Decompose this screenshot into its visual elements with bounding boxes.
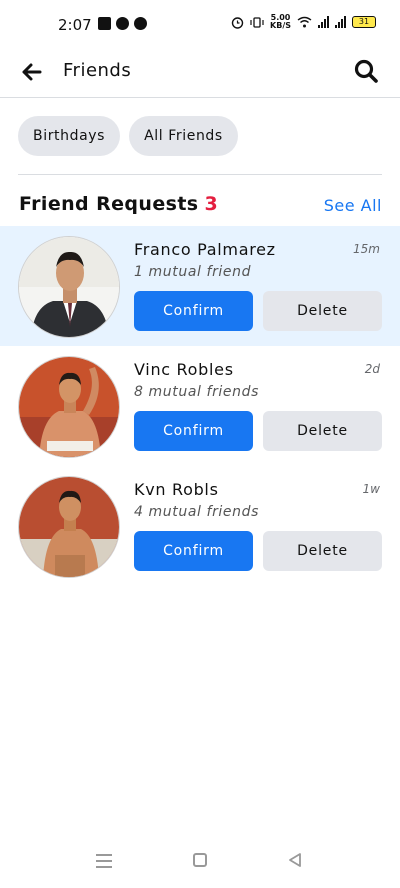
- recents-icon[interactable]: [96, 854, 112, 868]
- signal-icon-2: [335, 16, 346, 28]
- friend-request-row[interactable]: Kvn Robls 1w 4 mutual friends Confirm De…: [0, 466, 400, 586]
- status-bar: 2:07 5.00 KB/S 31: [0, 0, 400, 50]
- delete-button[interactable]: Delete: [263, 291, 382, 331]
- alarm-icon: [231, 16, 244, 29]
- chip-all-friends[interactable]: All Friends: [129, 116, 238, 156]
- signal-icon: [318, 16, 329, 28]
- page-title: Friends: [63, 60, 132, 81]
- confirm-button[interactable]: Confirm: [134, 411, 253, 451]
- divider: [18, 174, 382, 175]
- shopping-bag-icon: [98, 17, 111, 30]
- filter-chips: Birthdays All Friends: [18, 116, 238, 156]
- mutual-friends[interactable]: 8 mutual friends: [134, 384, 259, 400]
- delete-button[interactable]: Delete: [263, 411, 382, 451]
- home-icon[interactable]: [193, 853, 207, 867]
- wifi-icon: [297, 16, 312, 28]
- back-arrow-icon[interactable]: [18, 58, 46, 86]
- request-time: 2d: [364, 362, 380, 376]
- check-icon: [134, 17, 147, 30]
- request-time: 15m: [353, 242, 380, 256]
- app-header: Friends: [0, 50, 400, 98]
- chip-birthdays[interactable]: Birthdays: [18, 116, 121, 156]
- friend-request-row[interactable]: Franco Palmarez 15m 1 mutual friend Conf…: [0, 226, 400, 346]
- notification-icons: [98, 17, 147, 30]
- status-right: 5.00 KB/S 31: [231, 14, 376, 30]
- facebook-icon: [116, 17, 129, 30]
- delete-button[interactable]: Delete: [263, 531, 382, 571]
- system-nav-bar: [0, 838, 400, 888]
- requester-name[interactable]: Kvn Robls: [134, 480, 219, 499]
- back-triangle-icon[interactable]: [288, 852, 302, 868]
- request-count: 3: [204, 193, 219, 215]
- confirm-button[interactable]: Confirm: [134, 291, 253, 331]
- avatar[interactable]: [18, 476, 120, 578]
- friend-request-row[interactable]: Vinc Robles 2d 8 mutual friends Confirm …: [0, 346, 400, 466]
- vibrate-icon: [250, 16, 264, 28]
- see-all-link[interactable]: See All: [324, 196, 382, 215]
- avatar[interactable]: [18, 356, 120, 458]
- request-time: 1w: [362, 482, 380, 496]
- requester-name[interactable]: Vinc Robles: [134, 360, 234, 379]
- section-title: Friend Requests 3: [19, 193, 218, 215]
- confirm-button[interactable]: Confirm: [134, 531, 253, 571]
- requester-name[interactable]: Franco Palmarez: [134, 240, 276, 259]
- network-speed: 5.00 KB/S: [270, 14, 291, 30]
- search-icon[interactable]: [352, 57, 380, 85]
- mutual-friends[interactable]: 4 mutual friends: [134, 504, 259, 520]
- status-time: 2:07: [58, 16, 92, 34]
- avatar[interactable]: [18, 236, 120, 338]
- battery-icon: 31: [352, 16, 376, 28]
- mutual-friends[interactable]: 1 mutual friend: [134, 264, 251, 280]
- section-title-text: Friend Requests: [19, 193, 199, 215]
- speed-unit: KB/S: [270, 21, 291, 30]
